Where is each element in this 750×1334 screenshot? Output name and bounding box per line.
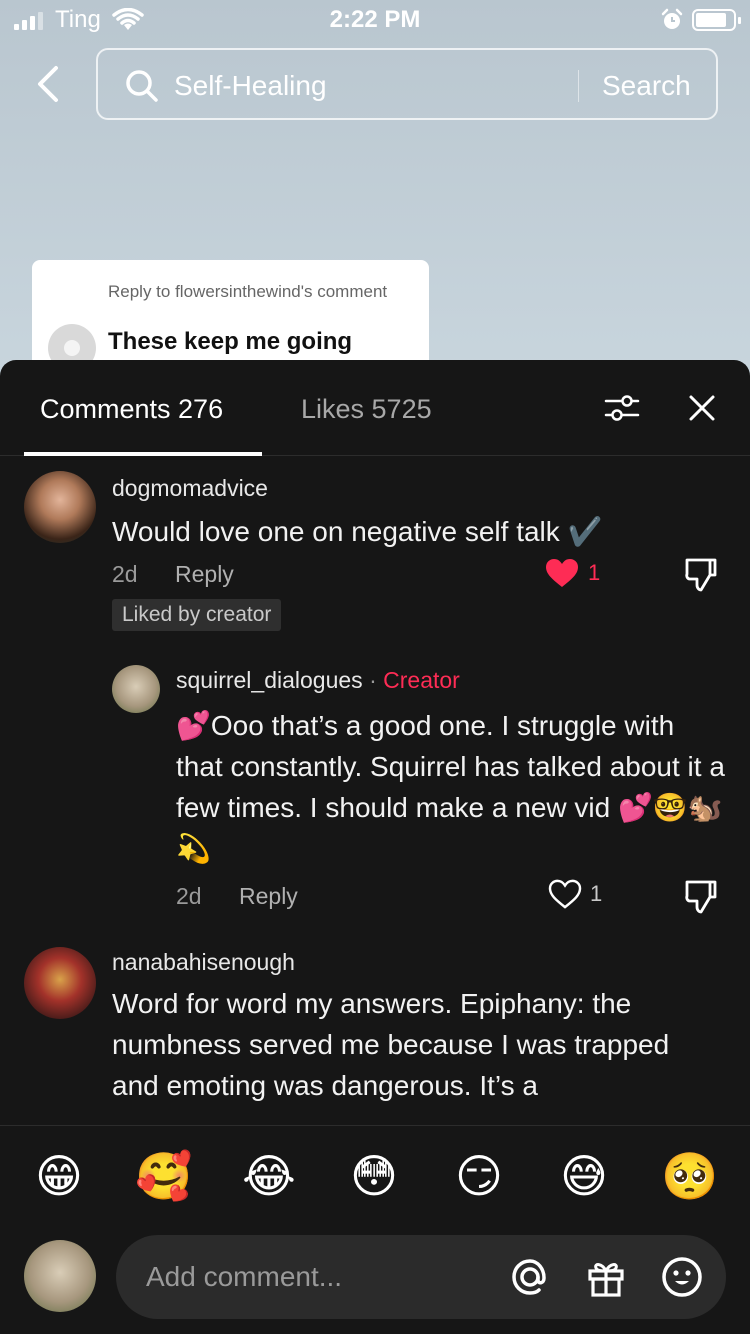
search-button[interactable]: Search bbox=[602, 70, 691, 102]
like-button[interactable]: 1 bbox=[544, 557, 600, 589]
search-query-text[interactable]: Self-Healing bbox=[174, 70, 327, 102]
emoji-laugh-button[interactable]: 😂 bbox=[241, 1148, 297, 1204]
reply-author-line: squirrel_dialogues · Creator bbox=[176, 667, 460, 694]
back-button[interactable] bbox=[30, 62, 70, 106]
close-icon[interactable] bbox=[688, 394, 716, 422]
search-divider bbox=[578, 70, 579, 102]
filter-icon[interactable] bbox=[604, 392, 640, 424]
reply-age: 2d bbox=[176, 883, 202, 909]
reply-reply-button[interactable]: Reply bbox=[239, 883, 298, 910]
search-field[interactable]: Self-Healing Search bbox=[96, 48, 718, 120]
reply-username[interactable]: squirrel_dialogues bbox=[176, 667, 363, 693]
comment-text: Would love one on negative self talk ✔️ bbox=[112, 516, 603, 547]
active-tab-indicator bbox=[24, 452, 262, 456]
reply-sticker[interactable]: Reply to flowersinthewind's comment Thes… bbox=[32, 260, 429, 372]
comment-input-row bbox=[0, 1235, 750, 1334]
liked-by-creator-badge: Liked by creator bbox=[112, 599, 282, 631]
emoji-quick-bar: 😁 🥰 😂 😳 😏 😅 🥺 bbox=[0, 1125, 750, 1235]
dislike-icon[interactable] bbox=[684, 557, 718, 593]
comment-text: Word for word my answers. Epiphany: the … bbox=[112, 988, 670, 1101]
emoji-hearts-button[interactable]: 🥰 bbox=[135, 1148, 192, 1204]
comment-username[interactable]: dogmomadvice bbox=[112, 475, 268, 502]
gift-icon[interactable] bbox=[584, 1255, 628, 1299]
alarm-icon bbox=[661, 8, 683, 29]
separator-dot: · bbox=[362, 667, 384, 693]
panel-tabs: Comments 276 Likes 5725 bbox=[0, 360, 750, 456]
emoji-grin-button[interactable]: 😁 bbox=[31, 1148, 87, 1204]
heart-filled-icon bbox=[546, 559, 578, 587]
mention-icon[interactable] bbox=[508, 1255, 552, 1299]
reply-like-count: 1 bbox=[590, 881, 603, 906]
status-time: 2:22 PM bbox=[329, 6, 421, 33]
tab-comments[interactable]: Comments 276 bbox=[40, 394, 223, 425]
reply-dislike-icon[interactable] bbox=[684, 879, 718, 915]
search-icon bbox=[126, 70, 158, 102]
reply-like-button[interactable]: 1 bbox=[548, 879, 602, 909]
add-comment-input[interactable] bbox=[116, 1235, 726, 1319]
reply-sticker-header: Reply to flowersinthewind's comment bbox=[108, 282, 388, 301]
comments-panel: Comments 276 Likes 5725 dogmomadvice Wou… bbox=[0, 360, 750, 1334]
emoji-smirk-button[interactable]: 😏 bbox=[451, 1148, 507, 1204]
commenter-avatar[interactable] bbox=[24, 947, 96, 1019]
like-count: 1 bbox=[588, 560, 601, 585]
creator-tag: Creator bbox=[383, 667, 460, 693]
emoji-flushed-button[interactable]: 😳 bbox=[346, 1148, 402, 1204]
comment-list: dogmomadvice Would love one on negative … bbox=[0, 457, 750, 1125]
battery-icon bbox=[692, 9, 741, 31]
emoji-pleading-button[interactable]: 🥺 bbox=[661, 1148, 718, 1204]
my-avatar bbox=[24, 1240, 96, 1312]
creator-avatar[interactable] bbox=[112, 665, 160, 713]
reply-sticker-text: These keep me going bbox=[108, 328, 353, 355]
status-bar: Ting 2:22 PM bbox=[0, 0, 750, 40]
reply-button[interactable]: Reply bbox=[175, 561, 234, 588]
commenter-avatar[interactable] bbox=[24, 471, 96, 543]
emoji-picker-icon[interactable] bbox=[660, 1255, 704, 1299]
comment-username[interactable]: nanabahisenough bbox=[112, 949, 295, 976]
comment-age: 2d bbox=[112, 561, 138, 587]
reply-text: 💕Ooo that’s a good one. I struggle with … bbox=[176, 710, 725, 864]
tab-likes[interactable]: Likes 5725 bbox=[301, 394, 432, 425]
emoji-sweat-smile-button[interactable]: 😅 bbox=[556, 1148, 612, 1204]
heart-outline-icon bbox=[548, 879, 582, 909]
